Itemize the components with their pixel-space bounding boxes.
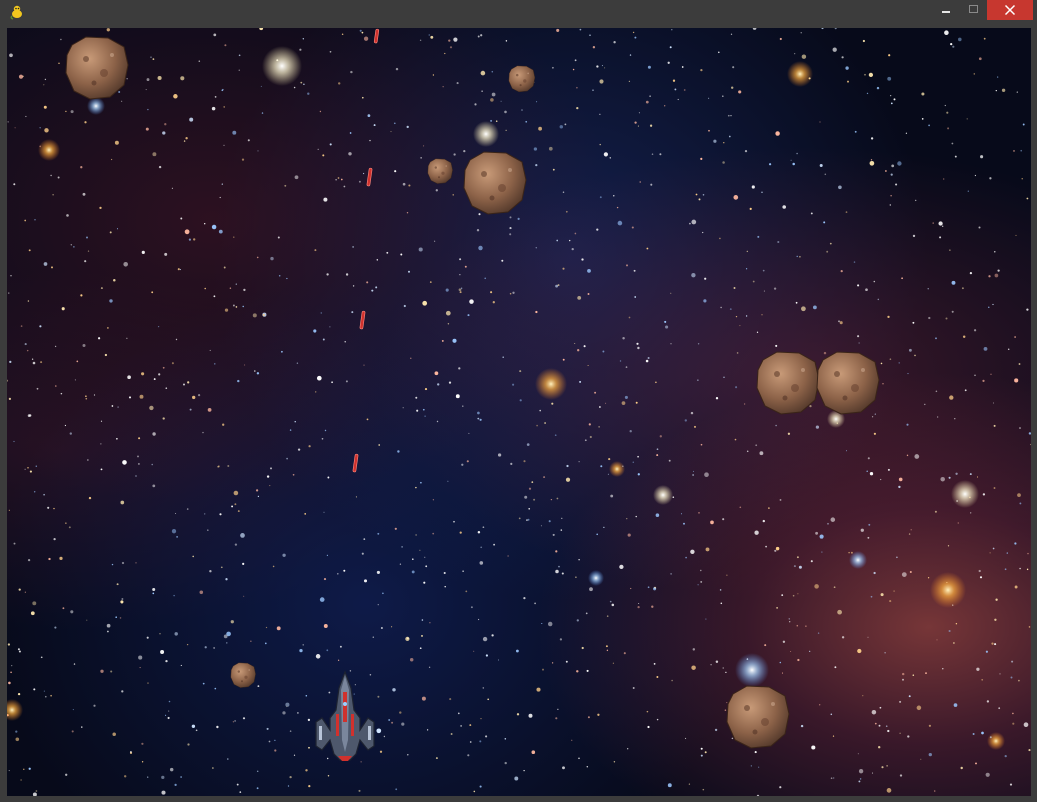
- game-window: [0, 0, 1037, 802]
- close-icon: [1004, 4, 1016, 16]
- pygame-icon: [9, 4, 25, 20]
- laser-bolt: [366, 167, 373, 187]
- title-bar[interactable]: [0, 0, 1037, 28]
- laser-bolt: [352, 453, 359, 473]
- maximize-button[interactable]: [960, 0, 986, 20]
- game-canvas[interactable]: [7, 28, 1031, 796]
- close-button[interactable]: [987, 0, 1033, 20]
- player-spaceship[interactable]: [310, 670, 380, 762]
- minimize-button[interactable]: [933, 0, 959, 20]
- laser-bolt: [373, 28, 380, 44]
- laser-layer: [352, 28, 380, 473]
- laser-bolt: [359, 310, 366, 330]
